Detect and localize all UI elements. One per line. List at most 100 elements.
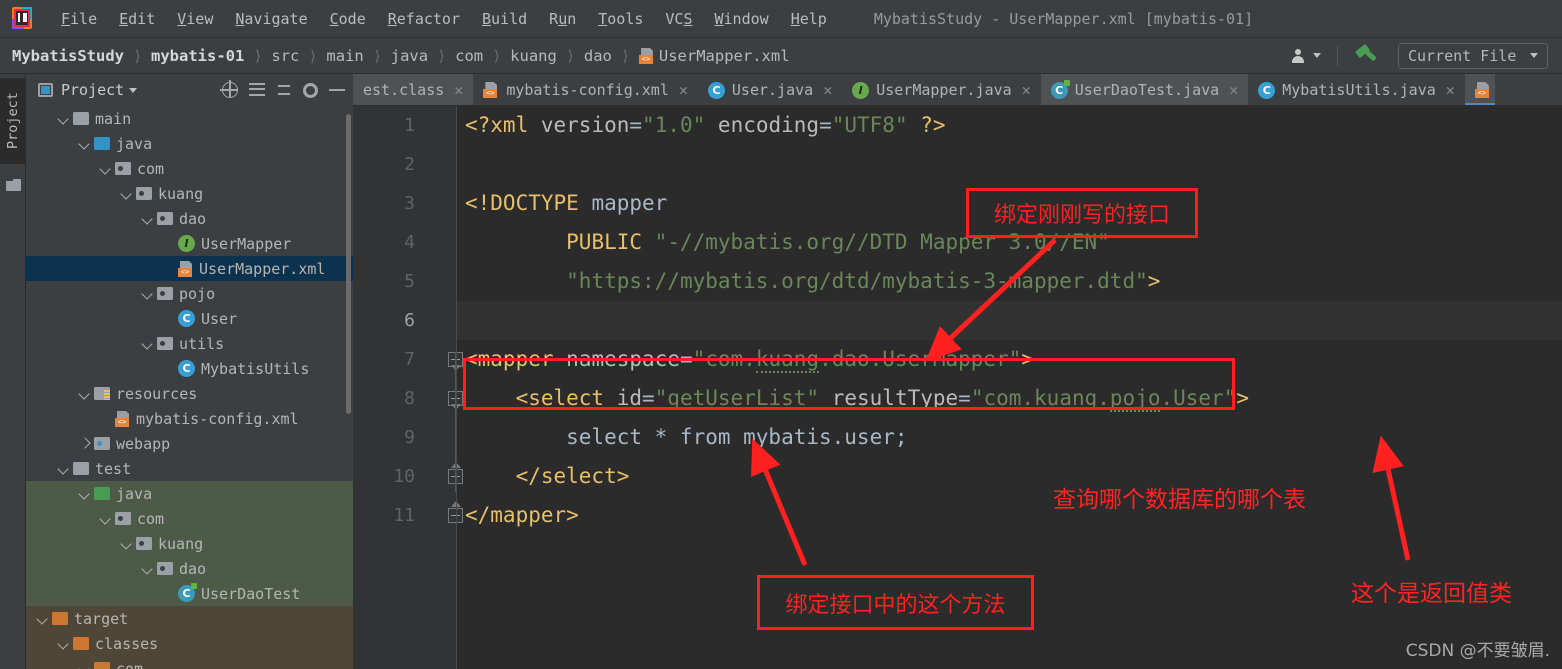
menu-view[interactable]: View <box>166 0 224 38</box>
chevron-down-icon[interactable] <box>99 162 112 175</box>
tree-item-main[interactable]: main <box>26 106 353 131</box>
menu-window[interactable]: Window <box>704 0 780 38</box>
chevron-down-icon[interactable] <box>120 537 133 550</box>
tree-item-classes[interactable]: classes <box>26 631 353 656</box>
run-configuration-select[interactable]: Current File <box>1398 42 1548 69</box>
hide-icon[interactable] <box>329 89 345 91</box>
close-icon[interactable]: ✕ <box>1446 81 1455 99</box>
gear-icon[interactable] <box>303 82 318 98</box>
breadcrumb-item-0[interactable]: MybatisStudy <box>10 47 126 65</box>
breadcrumb-item-5[interactable]: com <box>453 47 485 65</box>
tree-item-label: User <box>201 309 238 328</box>
close-icon[interactable]: ✕ <box>679 81 688 99</box>
breadcrumb-item-1[interactable]: mybatis-01 <box>149 47 246 65</box>
chevron-down-icon[interactable] <box>57 112 70 125</box>
tree-item-kuang[interactable]: kuang <box>26 181 353 206</box>
chevron-right-icon[interactable] <box>78 437 91 450</box>
menu-edit[interactable]: Edit <box>108 0 166 38</box>
tree-item-webapp[interactable]: webapp <box>26 431 353 456</box>
tree-item-com[interactable]: com <box>26 156 353 181</box>
tool-window-tab-project[interactable]: Project <box>0 78 26 164</box>
expand-all-icon[interactable] <box>249 82 265 98</box>
close-icon[interactable]: ✕ <box>1022 81 1031 99</box>
webapp-folder-icon <box>94 437 110 450</box>
folder-icon[interactable] <box>6 179 21 191</box>
tree-item-mybatisutils[interactable]: C MybatisUtils <box>26 356 353 381</box>
menu-run[interactable]: Run <box>538 0 587 38</box>
project-tree[interactable]: main java com kuang dao I UserMapper <> UserMapp… <box>26 106 353 669</box>
line-number-7: 7 <box>404 349 415 370</box>
tree-item-target[interactable]: target <box>26 606 353 631</box>
chevron-down-icon[interactable] <box>36 612 49 625</box>
tree-item-java[interactable]: java <box>26 481 353 506</box>
chevron-down-icon[interactable] <box>57 637 70 650</box>
tree-item-java[interactable]: java <box>26 131 353 156</box>
tree-item-user[interactable]: C User <box>26 306 353 331</box>
breadcrumb-item-6[interactable]: kuang <box>508 47 559 65</box>
chevron-down-icon[interactable] <box>129 87 138 93</box>
chevron-down-icon[interactable] <box>78 487 91 500</box>
menu-tools[interactable]: Tools <box>587 0 654 38</box>
chevron-down-icon[interactable] <box>78 387 91 400</box>
editor-gutter[interactable]: 1 2 3 4 5 6 7 8 9 10 11 <box>353 106 463 669</box>
menu-vcs[interactable]: VCS <box>654 0 703 38</box>
chevron-down-icon[interactable] <box>120 187 133 200</box>
chevron-down-icon[interactable] <box>141 212 154 225</box>
editor-tab-mybatisutils-java[interactable]: C MybatisUtils.java ✕ <box>1248 74 1465 106</box>
tree-item-kuang[interactable]: kuang <box>26 531 353 556</box>
tree-item-usermapper[interactable]: I UserMapper <box>26 231 353 256</box>
chevron-down-icon[interactable] <box>99 512 112 525</box>
close-icon[interactable]: ✕ <box>1229 81 1238 99</box>
package-icon <box>157 287 173 300</box>
chevron-down-icon[interactable] <box>141 562 154 575</box>
chevron-down-icon[interactable] <box>78 137 91 150</box>
tree-item-dao[interactable]: dao <box>26 206 353 231</box>
chevron-down-icon[interactable] <box>57 462 70 475</box>
menu-build[interactable]: Build <box>471 0 538 38</box>
editor-tab-est-class[interactable]: est.class ✕ <box>353 74 474 106</box>
tree-item-dao[interactable]: dao <box>26 556 353 581</box>
tree-item-usermapper-xml[interactable]: <> UserMapper.xml <box>26 256 353 281</box>
tree-scrollbar[interactable] <box>346 114 351 414</box>
editor-tab-usermapper-xml[interactable]: <> <box>1464 74 1495 106</box>
code-line-1: <?xml version="1.0" encoding="UTF8" ?> <box>465 113 946 137</box>
tree-item-utils[interactable]: utils <box>26 331 353 356</box>
tree-item-mybatis-config-xml[interactable]: <> mybatis-config.xml <box>26 406 353 431</box>
menu-bar: File Edit View Navigate Code Refactor Bu… <box>0 0 1562 38</box>
tree-item-com[interactable]: com <box>26 506 353 531</box>
collapse-all-icon[interactable] <box>276 82 292 98</box>
editor-tab-mybatis-config-xml[interactable]: <> mybatis-config.xml ✕ <box>473 74 698 106</box>
tree-item-com[interactable]: com <box>26 656 353 669</box>
menu-file[interactable]: File <box>50 0 108 38</box>
tree-item-label: com <box>116 659 144 669</box>
editor-tab-user-java[interactable]: C User.java ✕ <box>698 74 842 106</box>
tree-item-pojo[interactable]: pojo <box>26 281 353 306</box>
menu-code[interactable]: Code <box>319 0 377 38</box>
tree-item-userdaotest[interactable]: C UserDaoTest <box>26 581 353 606</box>
close-icon[interactable]: ✕ <box>823 81 832 99</box>
close-icon[interactable]: ✕ <box>454 81 463 99</box>
chevron-down-icon[interactable] <box>78 662 91 669</box>
breadcrumb-separator: ⟩ <box>253 46 263 65</box>
tree-item-resources[interactable]: resources <box>26 381 353 406</box>
breadcrumb-item-4[interactable]: java <box>389 47 430 65</box>
editor-tab-userdaotest-java[interactable]: C UserDaoTest.java ✕ <box>1040 74 1249 106</box>
build-button[interactable] <box>1346 43 1388 67</box>
chevron-down-icon[interactable] <box>141 337 154 350</box>
breadcrumb-item-7[interactable]: dao <box>582 47 614 65</box>
editor-tab-usermapper-java[interactable]: I UserMapper.java ✕ <box>842 74 1041 106</box>
menu-help[interactable]: Help <box>780 0 838 38</box>
breadcrumb-separator: ⟩ <box>565 46 575 65</box>
chevron-down-icon[interactable] <box>141 287 154 300</box>
locate-icon[interactable] <box>220 80 238 98</box>
line-number-10: 10 <box>393 466 415 487</box>
breadcrumb-item-3[interactable]: main <box>324 47 365 65</box>
menu-navigate[interactable]: Navigate <box>224 0 318 38</box>
menu-refactor[interactable]: Refactor <box>377 0 471 38</box>
vcs-user-button[interactable] <box>1284 48 1329 63</box>
xml-file-icon: <> <box>483 82 499 98</box>
breadcrumb-item-2[interactable]: src <box>269 47 301 65</box>
tree-item-test[interactable]: test <box>26 456 353 481</box>
java-class-icon: C <box>1258 81 1276 99</box>
breadcrumb-item-8[interactable]: <> UserMapper.xml <box>637 47 792 65</box>
